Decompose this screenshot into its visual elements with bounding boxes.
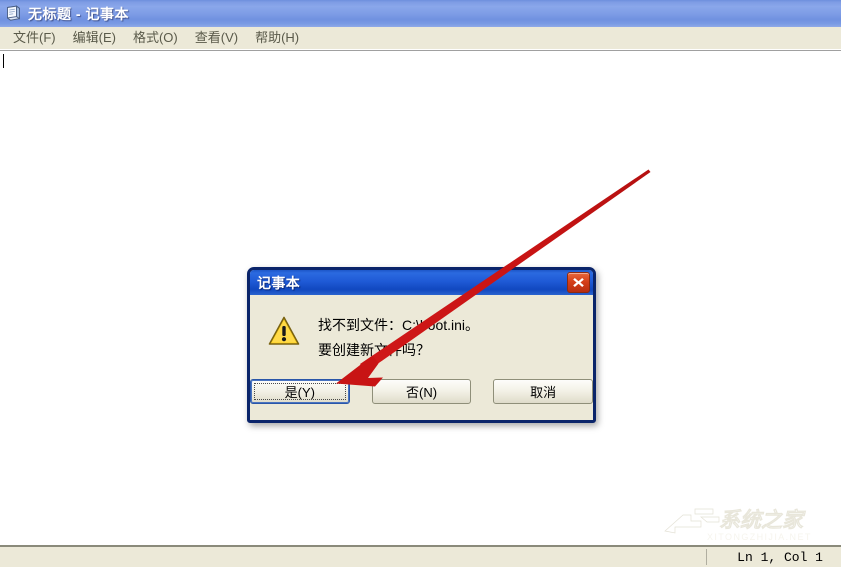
dialog-title: 记事本: [257, 274, 301, 291]
dialog-message-line-1: 找不到文件：C:\boot.ini。: [318, 317, 480, 333]
dialog-button-row: 是(Y) 否(N) 取消: [250, 374, 593, 420]
menubar: 文件(F) 编辑(E) 格式(O) 查看(V) 帮助(H): [0, 27, 841, 50]
dialog-titlebar[interactable]: 记事本: [250, 270, 593, 295]
yes-button[interactable]: 是(Y): [250, 378, 350, 404]
statusbar: Ln 1, Col 1: [0, 545, 841, 567]
no-button[interactable]: 否(N): [371, 378, 472, 404]
menu-item-file[interactable]: 文件(F): [5, 28, 65, 48]
cursor-position-label: Ln 1, Col 1: [737, 549, 823, 565]
warning-icon: [268, 315, 300, 347]
no-button-label: 否(N): [405, 384, 438, 400]
statusbar-divider: [706, 549, 707, 565]
dialog-message-line-2: 要创建新文件吗？: [318, 342, 430, 358]
notepad-message-dialog: 记事本 找不到文件：C:\boot.ini。 要创建新文件吗？ 是(Y) 否(N…: [247, 267, 596, 423]
menu-item-help[interactable]: 帮助(H): [247, 28, 308, 48]
menu-item-view[interactable]: 查看(V): [187, 28, 247, 48]
cancel-button-label: 取消: [530, 384, 557, 400]
cancel-button[interactable]: 取消: [493, 378, 593, 404]
menu-item-format[interactable]: 格式(O): [125, 28, 187, 48]
dialog-message: 找不到文件：C:\boot.ini。 要创建新文件吗？: [318, 313, 479, 363]
window-title: 无标题 - 记事本: [28, 5, 129, 22]
menu-item-edit[interactable]: 编辑(E): [65, 28, 125, 48]
close-icon[interactable]: [567, 272, 590, 293]
notepad-icon: [5, 5, 22, 22]
window-titlebar[interactable]: 无标题 - 记事本: [0, 0, 841, 27]
text-caret: [3, 54, 4, 68]
yes-button-label: 是(Y): [284, 384, 315, 400]
